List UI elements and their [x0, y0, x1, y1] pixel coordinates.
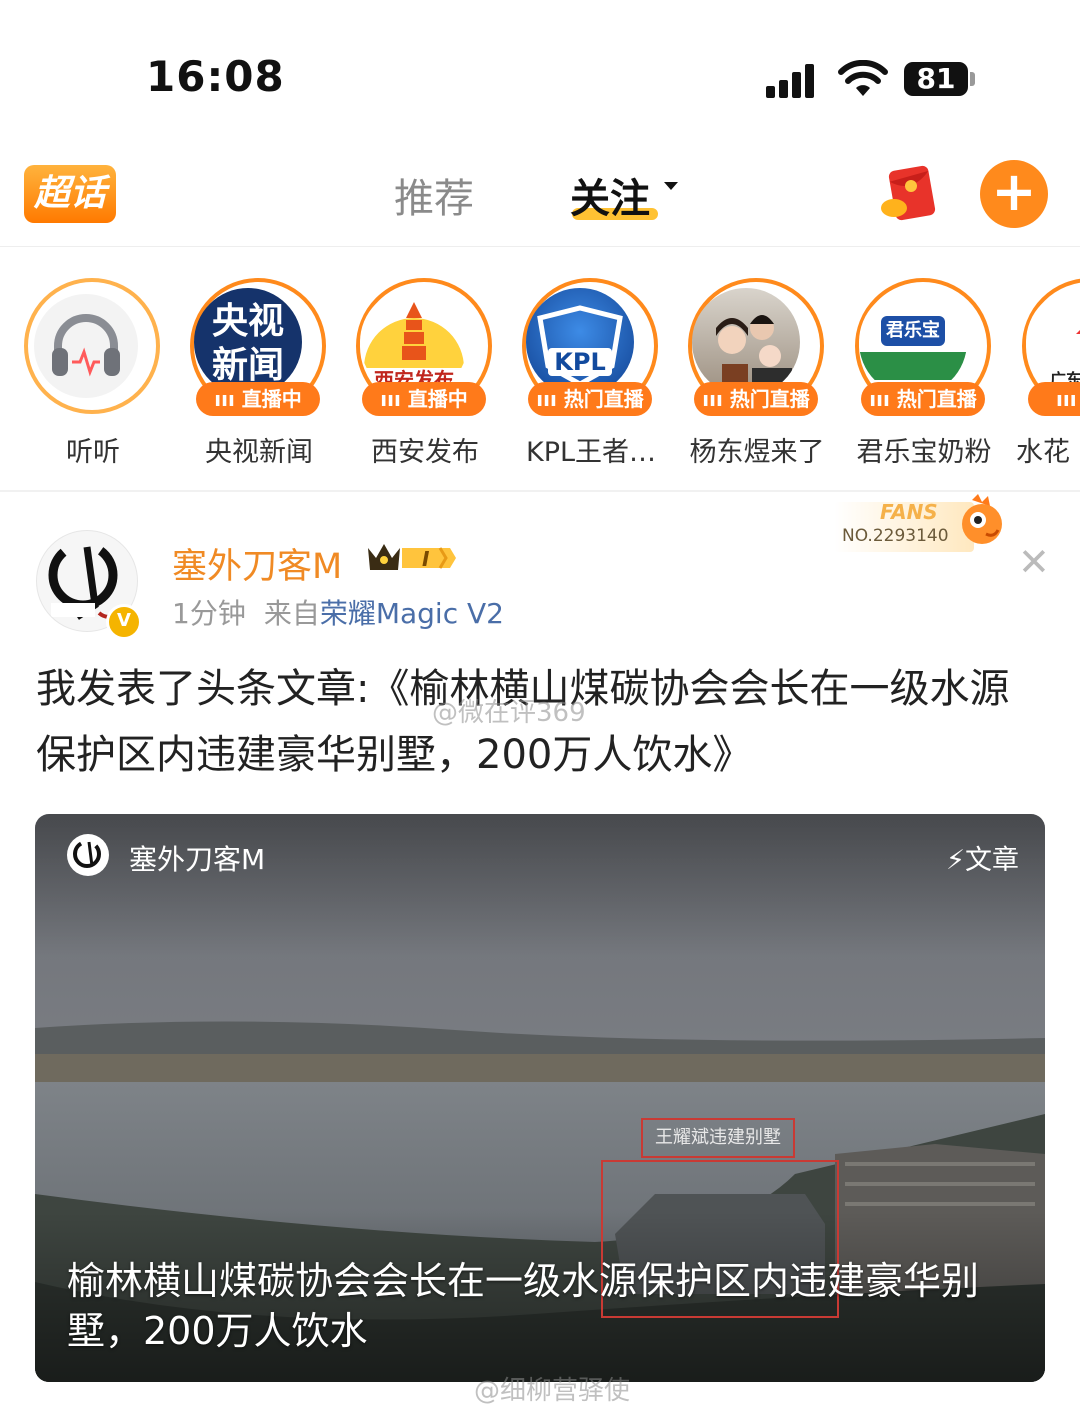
battery-indicator: 81	[904, 62, 968, 96]
fans-badge: FANS NO.2293140	[830, 494, 1010, 556]
story-name: 杨东煜来了	[689, 437, 825, 468]
post-time: 1分钟	[172, 597, 246, 630]
signal-icon	[766, 62, 820, 98]
story-name: 央视新闻	[205, 437, 313, 468]
close-icon[interactable]: ✕	[1018, 540, 1050, 584]
story-avatar	[692, 288, 800, 396]
story-name: 君乐宝奶粉	[856, 437, 992, 468]
post-source[interactable]: 荣耀Magic V2	[320, 597, 504, 630]
card-author-name: 塞外刀客M	[129, 843, 266, 876]
card-type-label: ⚡文章	[946, 838, 1019, 877]
chevron-down-icon[interactable]	[664, 182, 678, 190]
divider	[0, 490, 1080, 492]
battery-tip	[970, 72, 975, 86]
live-badge: ııı 直播中	[362, 382, 486, 416]
crown-level-badge: I	[364, 540, 458, 576]
divider	[0, 246, 1080, 247]
live-badge: ııı 热门直播	[528, 382, 652, 416]
lightning-icon: ⚡	[946, 845, 965, 876]
card-title: 榆林横山煤碳协会会长在一级水源保护区内违建豪华别墅，200万人饮水	[67, 1259, 980, 1353]
live-badge: ııı 热	[1028, 382, 1080, 416]
story-name: 西安发布	[371, 437, 479, 468]
story-logo-text: KPL	[554, 348, 606, 376]
red-envelope-icon[interactable]	[878, 164, 942, 224]
live-badge: ııı 直播中	[196, 382, 320, 416]
story-name: KPL王者…	[525, 437, 657, 468]
article-card[interactable]: 塞外刀客M ⚡文章 王耀斌违建别墅 榆林横山煤碳协会会长在一级水源保护区内违建豪…	[35, 814, 1045, 1382]
story-avatar: 广东	[1026, 288, 1080, 396]
story-logo-text: 央视新闻	[211, 301, 284, 386]
watermark: @细柳营驿使	[474, 1376, 631, 1406]
story-name: 听听	[66, 437, 120, 468]
story-avatar: 央视新闻	[194, 288, 302, 396]
story-avatar: KPL	[526, 288, 634, 396]
post-meta: 1分钟 来自荣耀Magic V2	[172, 592, 504, 632]
story-avatar: 西安发布	[360, 288, 468, 396]
story-logo-stripe	[859, 352, 967, 380]
fans-label: FANS	[880, 500, 938, 524]
annotation-label: 王耀斌违建别墅	[641, 1118, 795, 1158]
headphones-icon	[34, 294, 138, 398]
live-badge: ııı 热门直播	[861, 382, 985, 416]
fans-number: NO.2293140	[842, 526, 949, 546]
watermark: @微在评369	[432, 698, 586, 728]
chaohua-logo[interactable]: 超话	[24, 165, 116, 223]
tab-following[interactable]: 关注	[570, 166, 650, 224]
story-logo-text: 君乐宝	[881, 316, 945, 346]
tab-recommend[interactable]: 推荐	[394, 166, 474, 224]
wifi-icon	[838, 60, 888, 96]
level-text: I	[422, 547, 430, 571]
story-avatar: 君乐宝	[859, 288, 967, 396]
post-author-name[interactable]: 塞外刀客M	[172, 538, 342, 589]
post-source-prefix: 来自	[263, 597, 320, 630]
status-time: 16:08	[146, 52, 285, 101]
story-item[interactable]: 广东 ııı 热 水花	[1016, 278, 1080, 478]
verified-badge: V	[106, 604, 142, 640]
card-type-text: 文章	[965, 845, 1019, 876]
live-badge: ııı 热门直播	[694, 382, 818, 416]
mascot-icon	[962, 494, 1002, 544]
story-name: 水花	[1016, 437, 1070, 468]
add-button[interactable]: +	[980, 160, 1048, 228]
card-author-avatar	[67, 834, 109, 876]
